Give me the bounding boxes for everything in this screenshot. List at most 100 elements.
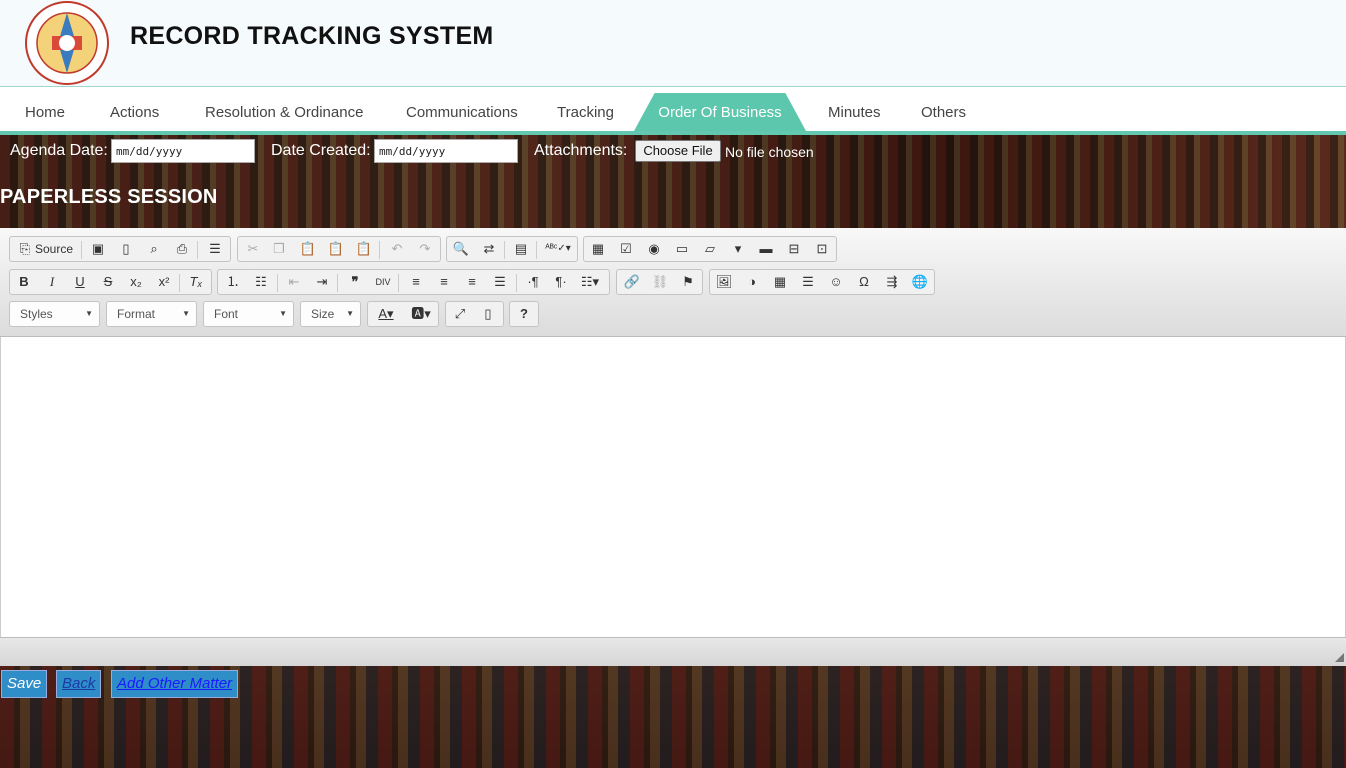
- preview-icon[interactable]: ⌕: [143, 240, 165, 258]
- toolbar-group-paragraph: ⒈ ☷ ⇤ ⇥ ❞ DIV ≡ ≡ ≡ ☰ ·¶ ¶· ☷▾: [217, 269, 610, 295]
- button-field-icon[interactable]: ▬: [755, 240, 777, 258]
- font-select[interactable]: Font ▼: [203, 301, 294, 327]
- nav-tracking[interactable]: Tracking: [557, 104, 614, 121]
- indent-icon[interactable]: ⇥: [311, 273, 333, 291]
- outdent-icon[interactable]: ⇤: [283, 273, 305, 291]
- ltr-icon[interactable]: ·¶: [522, 273, 544, 291]
- copy-icon[interactable]: ❐: [268, 240, 290, 258]
- redo-icon[interactable]: ↷: [414, 240, 436, 258]
- bulleted-list-icon[interactable]: ☷: [250, 273, 272, 291]
- size-select-label: Size: [311, 307, 335, 321]
- radio-icon[interactable]: ◉: [643, 240, 665, 258]
- undo-icon[interactable]: ↶: [386, 240, 408, 258]
- format-select[interactable]: Format ▼: [106, 301, 197, 327]
- source-button[interactable]: Source: [35, 237, 73, 261]
- unlink-icon[interactable]: ⛓: [649, 273, 671, 291]
- background-color-icon[interactable]: 🅰▾: [406, 305, 436, 323]
- maximize-icon[interactable]: ⤢: [449, 305, 471, 323]
- justify-icon[interactable]: ☰: [489, 273, 511, 291]
- align-right-icon[interactable]: ≡: [461, 273, 483, 291]
- source-icon[interactable]: ⎘: [14, 240, 36, 258]
- align-center-icon[interactable]: ≡: [433, 273, 455, 291]
- language-icon[interactable]: ☷▾: [579, 273, 601, 291]
- editor-toolbar: ⎘ Source ▣ ▯ ⌕ ⎙ ☰ ✂ ❐ 📋 📋 📋 ↶ ↷ 🔍 ⇄ ▤ ᴬ…: [0, 228, 1346, 337]
- bold-icon[interactable]: B: [13, 273, 35, 291]
- editor-content-area[interactable]: [0, 337, 1346, 637]
- choose-file-button[interactable]: Choose File: [635, 140, 721, 162]
- horizontal-line-icon[interactable]: ☰: [797, 273, 819, 291]
- show-blocks-icon[interactable]: ▯: [477, 305, 499, 323]
- subscript-icon[interactable]: x₂: [125, 273, 147, 291]
- paste-text-icon[interactable]: 📋: [325, 240, 347, 258]
- text-color-icon[interactable]: A▾: [371, 305, 401, 323]
- nav-order-of-business-label: Order Of Business: [658, 104, 782, 121]
- new-page-icon[interactable]: ▯: [115, 240, 137, 258]
- select-field-icon[interactable]: ▾: [727, 240, 749, 258]
- select-all-icon[interactable]: ▤: [510, 240, 532, 258]
- textarea-icon[interactable]: ▱: [699, 240, 721, 258]
- page-break-icon[interactable]: ⇶: [881, 273, 903, 291]
- rich-text-editor: ⎘ Source ▣ ▯ ⌕ ⎙ ☰ ✂ ❐ 📋 📋 📋 ↶ ↷ 🔍 ⇄ ▤ ᴬ…: [0, 228, 1346, 666]
- chevron-down-icon: ▼: [279, 309, 287, 318]
- align-left-icon[interactable]: ≡: [405, 273, 427, 291]
- editor-status-bar: [0, 637, 1346, 666]
- nav-communications[interactable]: Communications: [406, 104, 518, 121]
- format-select-label: Format: [117, 307, 156, 321]
- agenda-date-input[interactable]: mm/dd/yyyy: [111, 139, 255, 163]
- attachments-label: Attachments:: [534, 142, 628, 159]
- nav-resolution-ordinance[interactable]: Resolution & Ordinance: [205, 104, 363, 121]
- page-title: RECORD TRACKING SYSTEM: [130, 22, 494, 50]
- remove-format-icon[interactable]: Tₓ: [185, 273, 207, 291]
- special-char-icon[interactable]: Ω: [853, 273, 875, 291]
- strikethrough-icon[interactable]: S: [97, 273, 119, 291]
- save-icon[interactable]: ▣: [87, 240, 109, 258]
- add-other-matter-button[interactable]: Add Other Matter: [111, 670, 239, 698]
- image-icon[interactable]: 🖼: [713, 273, 735, 291]
- smiley-icon[interactable]: ☺: [825, 273, 847, 291]
- templates-icon[interactable]: ☰: [204, 240, 226, 258]
- hidden-field-icon[interactable]: ⊡: [811, 240, 833, 258]
- anchor-icon[interactable]: ⚑: [677, 273, 699, 291]
- div-container-icon[interactable]: DIV: [372, 273, 394, 291]
- nav-home[interactable]: Home: [25, 104, 65, 121]
- numbered-list-icon[interactable]: ⒈: [222, 273, 244, 291]
- date-created-label: Date Created:: [271, 142, 371, 159]
- spellcheck-icon[interactable]: ᴬᴮᶜ✓▾: [543, 240, 573, 258]
- toolbar-group-insert: 🖼 ◑ ▦ ☰ ☺ Ω ⇶ 🌐: [709, 269, 935, 295]
- toolbar-group-document: ⎘ Source ▣ ▯ ⌕ ⎙ ☰: [9, 236, 231, 262]
- resize-handle-icon[interactable]: [1335, 653, 1344, 662]
- cut-icon[interactable]: ✂: [242, 240, 264, 258]
- find-icon[interactable]: 🔍: [450, 240, 472, 258]
- flash-icon[interactable]: ◑: [741, 273, 763, 291]
- toolbar-group-colors: A▾ 🅰▾: [367, 301, 439, 327]
- main-nav: Home Actions Resolution & Ordinance Comm…: [0, 87, 1346, 135]
- date-created-input[interactable]: mm/dd/yyyy: [374, 139, 518, 163]
- back-button[interactable]: Back: [56, 670, 102, 698]
- image-button-icon[interactable]: ⊟: [783, 240, 805, 258]
- print-icon[interactable]: ⎙: [171, 240, 193, 258]
- text-field-icon[interactable]: ▭: [671, 240, 693, 258]
- underline-icon[interactable]: U: [69, 273, 91, 291]
- size-select[interactable]: Size ▼: [300, 301, 361, 327]
- save-button[interactable]: Save: [1, 670, 48, 698]
- superscript-icon[interactable]: x²: [153, 273, 175, 291]
- form-icon[interactable]: ▦: [587, 240, 609, 258]
- nav-actions[interactable]: Actions: [110, 104, 159, 121]
- italic-icon[interactable]: I: [41, 273, 63, 291]
- nav-order-of-business[interactable]: Order Of Business: [634, 93, 806, 131]
- nav-minutes[interactable]: Minutes: [828, 104, 881, 121]
- link-icon[interactable]: 🔗: [621, 273, 643, 291]
- replace-icon[interactable]: ⇄: [478, 240, 500, 258]
- styles-select[interactable]: Styles ▼: [9, 301, 100, 327]
- nav-others[interactable]: Others: [921, 104, 966, 121]
- checkbox-icon[interactable]: ☑: [615, 240, 637, 258]
- help-icon[interactable]: ?: [513, 305, 535, 323]
- styles-select-label: Styles: [20, 307, 53, 321]
- rtl-icon[interactable]: ¶·: [550, 273, 572, 291]
- iframe-icon[interactable]: 🌐: [909, 273, 931, 291]
- blockquote-icon[interactable]: ❞: [344, 273, 366, 291]
- paste-icon[interactable]: 📋: [297, 240, 319, 258]
- chevron-down-icon: ▼: [182, 309, 190, 318]
- table-icon[interactable]: ▦: [769, 273, 791, 291]
- paste-word-icon[interactable]: 📋: [353, 240, 375, 258]
